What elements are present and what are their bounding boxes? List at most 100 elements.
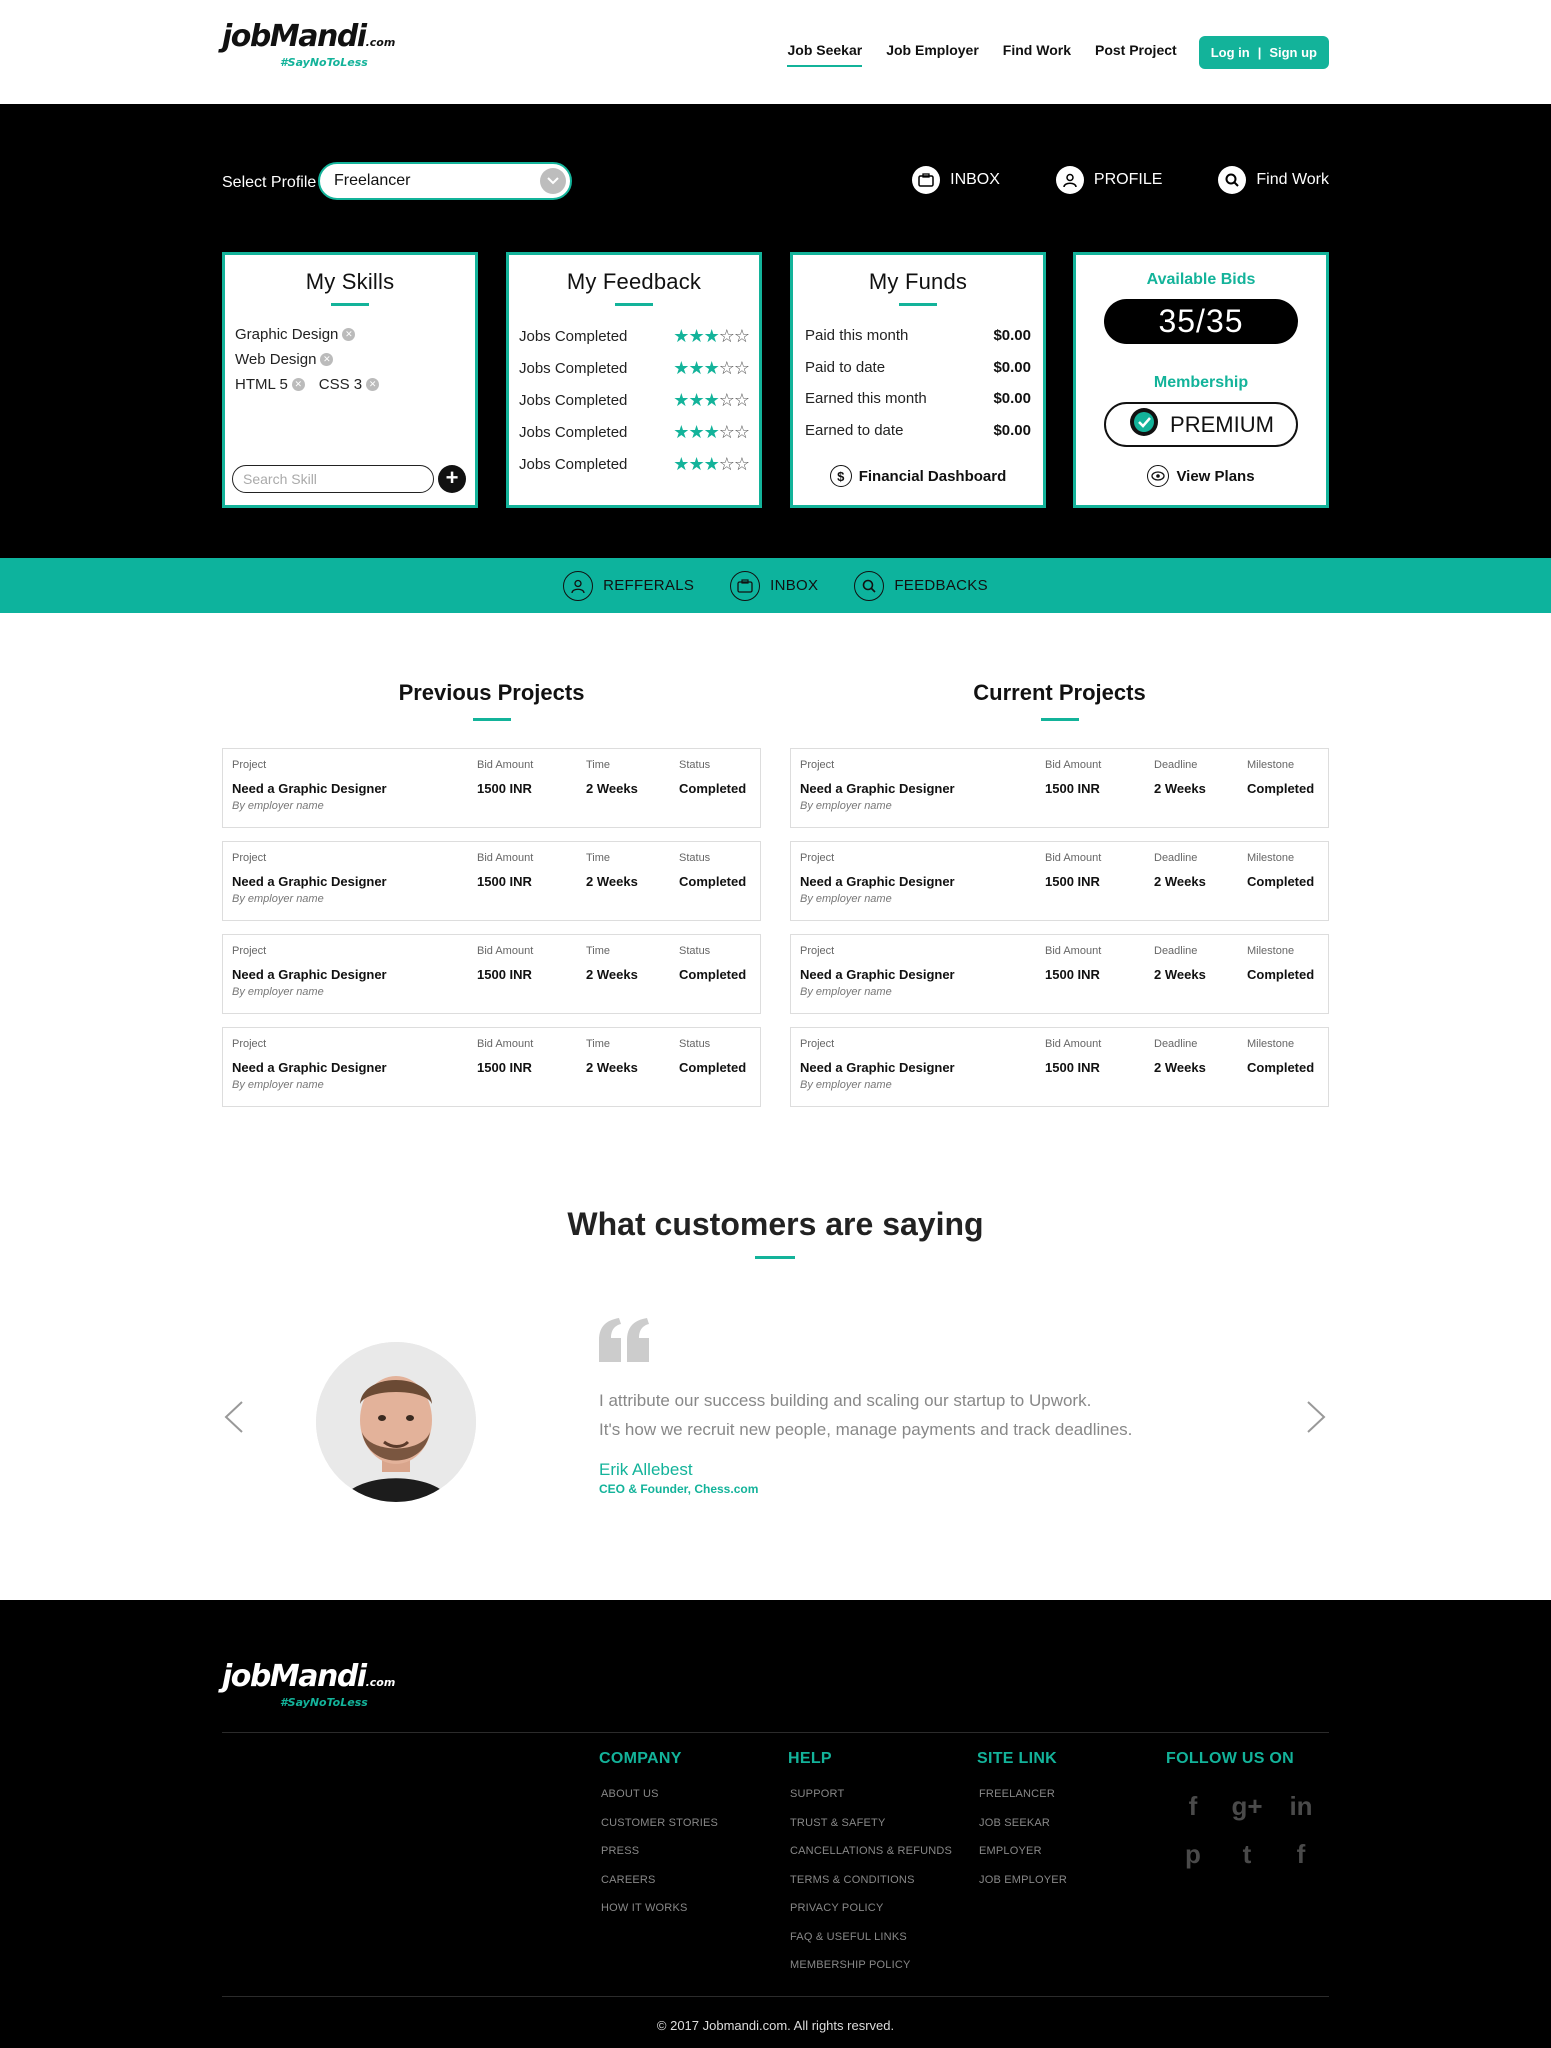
user-icon (563, 570, 594, 601)
remove-icon[interactable]: ✕ (320, 353, 334, 366)
feedback-card: My Feedback Jobs Completed ★★★☆☆ Jobs Comp… (506, 252, 762, 508)
project-cell: Time 2 Weeks (586, 759, 638, 796)
auth-divider: | (1257, 45, 1262, 60)
project-row[interactable]: Project Need a Graphic Designer By employe… (222, 841, 761, 921)
profile-link[interactable]: PROFILE (1055, 166, 1162, 194)
linkedin-icon[interactable]: in (1274, 1790, 1328, 1822)
twitter-icon[interactable]: t (1220, 1838, 1274, 1870)
remove-icon[interactable]: ✕ (366, 378, 380, 391)
view-plans-link[interactable]: View Plans (1076, 465, 1326, 487)
testimonial-avatar (316, 1342, 476, 1502)
footer-link[interactable]: EMPLOYER (977, 1845, 1067, 1874)
facebook-icon[interactable]: f (1166, 1790, 1220, 1822)
skill-tag: Graphic Design ✕ (235, 322, 356, 347)
nav-job-seekar[interactable]: Job Seekar (787, 42, 862, 67)
add-skill-button[interactable]: + (438, 465, 466, 493)
cell-value: Completed (1247, 1060, 1315, 1075)
briefcase-icon (912, 166, 941, 194)
project-cell: Status Completed (679, 759, 746, 796)
login-link[interactable]: Log in (1211, 45, 1250, 60)
nav-find-work[interactable]: Find Work (1003, 42, 1071, 64)
skill-tag: HTML 5 ✕ (235, 372, 305, 397)
find-work-link[interactable]: Find Work (1218, 166, 1329, 194)
cell-value: 2 Weeks (1154, 1060, 1206, 1075)
column-label: Project (232, 945, 267, 957)
star-icon: ☆ (733, 325, 750, 346)
google-plus-icon[interactable]: g+ (1220, 1790, 1274, 1822)
financial-dashboard-link[interactable]: $ Financial Dashboard (793, 465, 1043, 487)
footer-link[interactable]: JOB EMPLOYER (977, 1874, 1067, 1903)
cell-value: Completed (679, 874, 747, 889)
project-cell: Deadline 2 Weeks (1154, 852, 1206, 889)
project-cell: Status Completed (679, 945, 746, 982)
star-rating: ★★★☆☆ (673, 325, 750, 347)
star-icon: ★ (703, 357, 720, 378)
chevron-down-icon[interactable] (540, 168, 566, 194)
project-row[interactable]: Project Need a Graphic Designer By employe… (790, 841, 1329, 921)
footer-link[interactable]: PRESS (599, 1845, 718, 1874)
project-cell: Bid Amount 1500 INR (1045, 759, 1101, 796)
footer-link[interactable]: HOW IT WORKS (599, 1902, 718, 1931)
referrals-label: REFFERALS (603, 577, 695, 594)
star-icon: ☆ (718, 357, 735, 378)
project-row[interactable]: Project Need a Graphic Designer By employe… (222, 1027, 761, 1107)
footer-logo[interactable]: jobMandi.com #SayNoToLess (222, 1660, 395, 1712)
project-row[interactable]: Project Need a Graphic Designer By employe… (790, 934, 1329, 1014)
funds-value: $0.00 (993, 327, 1031, 345)
column-label: Status (679, 759, 711, 771)
star-icon: ★ (703, 453, 720, 474)
project-cell: Bid Amount 1500 INR (477, 852, 533, 889)
footer-link[interactable]: CAREERS (599, 1874, 718, 1903)
cell-value: Completed (679, 781, 747, 796)
feedbacks-link[interactable]: FEEDBACKS (854, 570, 988, 601)
next-arrow-icon[interactable] (1306, 1400, 1328, 1439)
column-label: Deadline (1154, 852, 1198, 864)
feedback-row: Jobs Completed ★★★☆☆ (519, 352, 750, 384)
profile-select[interactable]: Freelancer (318, 162, 572, 200)
social-links: f g+ in p t f (1166, 1790, 1326, 1870)
signup-link[interactable]: Sign up (1269, 45, 1317, 60)
footer-link[interactable]: TERMS & CONDITIONS (788, 1874, 952, 1903)
inbox-link[interactable]: INBOX (912, 166, 1000, 194)
project-row[interactable]: Project Need a Graphic Designer By employe… (222, 748, 761, 828)
skill-label: Web Design (235, 351, 317, 368)
footer-link[interactable]: FREELANCER (977, 1788, 1067, 1817)
strip-inbox-link[interactable]: INBOX (730, 570, 818, 601)
column-label: Status (679, 1038, 711, 1050)
star-icon: ★ (673, 421, 689, 442)
footer-link[interactable]: ABOUT US (599, 1788, 718, 1817)
star-icon: ★ (688, 453, 704, 474)
footer-col-title: SITE LINK (977, 1750, 1058, 1767)
column-label: Bid Amount (477, 945, 534, 957)
copyright: © 2017 Jobmandi.com. All rights resrved. (656, 2018, 895, 2033)
footer-link[interactable]: PRIVACY POLICY (788, 1902, 952, 1931)
footer-link[interactable]: CANCELLATIONS & REFUNDS (788, 1845, 952, 1874)
column-label: Bid Amount (1045, 759, 1102, 771)
footer-link[interactable]: CUSTOMER STORIES (599, 1817, 718, 1846)
footer-link[interactable]: JOB SEEKAR (977, 1817, 1067, 1846)
cell-value: 2 Weeks (1154, 967, 1206, 982)
current-projects-title: Current Projects (973, 680, 1146, 705)
skill-search-input[interactable]: Search Skill (232, 465, 434, 493)
nav-post-project[interactable]: Post Project (1095, 42, 1177, 64)
footer-link[interactable]: TRUST & SAFETY (788, 1817, 952, 1846)
footer-link[interactable]: SUPPORT (788, 1788, 952, 1817)
project-row[interactable]: Project Need a Graphic Designer By employe… (222, 934, 761, 1014)
footer-link[interactable]: MEMBERSHIP POLICY (788, 1959, 952, 1988)
feedback-row: Jobs Completed ★★★☆☆ (519, 384, 750, 416)
project-row[interactable]: Project Need a Graphic Designer By employe… (790, 1027, 1329, 1107)
prev-arrow-icon[interactable] (222, 1400, 244, 1439)
skill-tag: CSS 3 ✕ (319, 372, 380, 397)
project-row[interactable]: Project Need a Graphic Designer By employe… (790, 748, 1329, 828)
facebook-icon[interactable]: f (1274, 1838, 1328, 1870)
auth-button: Log in | Sign up (1198, 36, 1329, 69)
employer-name: By employer name (232, 800, 324, 812)
referrals-link[interactable]: REFFERALS (563, 570, 695, 601)
pinterest-icon[interactable]: p (1166, 1838, 1220, 1870)
nav-job-employer[interactable]: Job Employer (886, 42, 979, 64)
footer-link[interactable]: FAQ & USEFUL LINKS (788, 1931, 952, 1960)
funds-label: Earned to date (805, 421, 904, 439)
remove-icon[interactable]: ✕ (342, 328, 356, 341)
remove-icon[interactable]: ✕ (291, 378, 305, 391)
logo[interactable]: jobMandi.com #SayNoToLess (222, 20, 395, 72)
